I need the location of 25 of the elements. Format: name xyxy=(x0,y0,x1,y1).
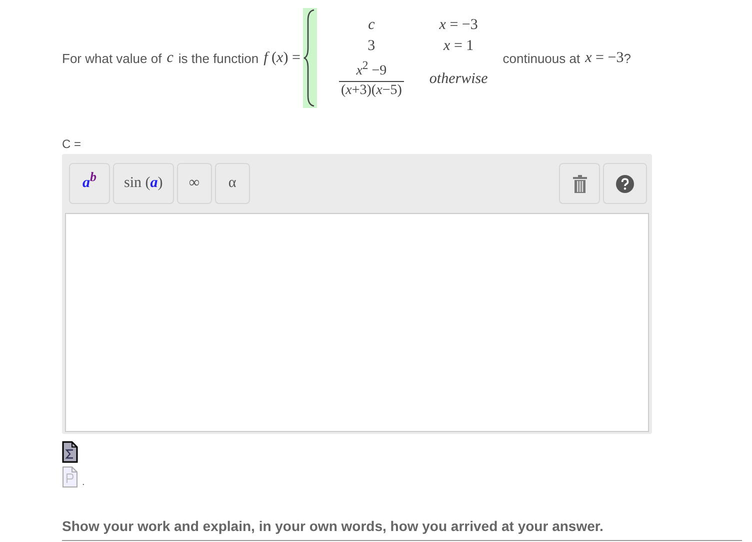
math-expression: f (x) = xyxy=(264,50,300,66)
delete-button[interactable] xyxy=(559,163,600,204)
math-tool-button[interactable]: ∞ xyxy=(176,163,212,204)
case-value: c xyxy=(368,17,375,34)
question-text: ? xyxy=(624,50,631,66)
case-condition: otherwise xyxy=(429,70,488,86)
question-text: continuous at xyxy=(502,50,580,66)
help-button[interactable] xyxy=(603,163,647,204)
document-icon xyxy=(62,466,78,488)
help-icon xyxy=(616,174,634,192)
math-expression: x = −3 xyxy=(585,50,624,66)
trash-icon xyxy=(572,174,586,192)
case-value: 3 xyxy=(368,38,376,54)
question-text: is the function xyxy=(178,50,259,66)
math-tool-button[interactable]: α xyxy=(214,163,250,204)
math-tool-button[interactable]: sin (a) xyxy=(113,163,174,204)
formula-file-icon xyxy=(62,441,78,463)
fraction: x$^{2}$ −9 (x+3)(x−5) xyxy=(338,59,404,99)
math-expression: c xyxy=(166,50,174,66)
period-text: . xyxy=(82,477,85,488)
instruction-text: Show your work and explain, in your own words, how you arrived at your answer. xyxy=(62,518,742,541)
case-condition: x = −3 xyxy=(439,17,478,34)
case-condition: x = 1 xyxy=(444,38,474,54)
answer-label: C = xyxy=(62,137,82,151)
question-text: For what value of xyxy=(62,50,162,66)
